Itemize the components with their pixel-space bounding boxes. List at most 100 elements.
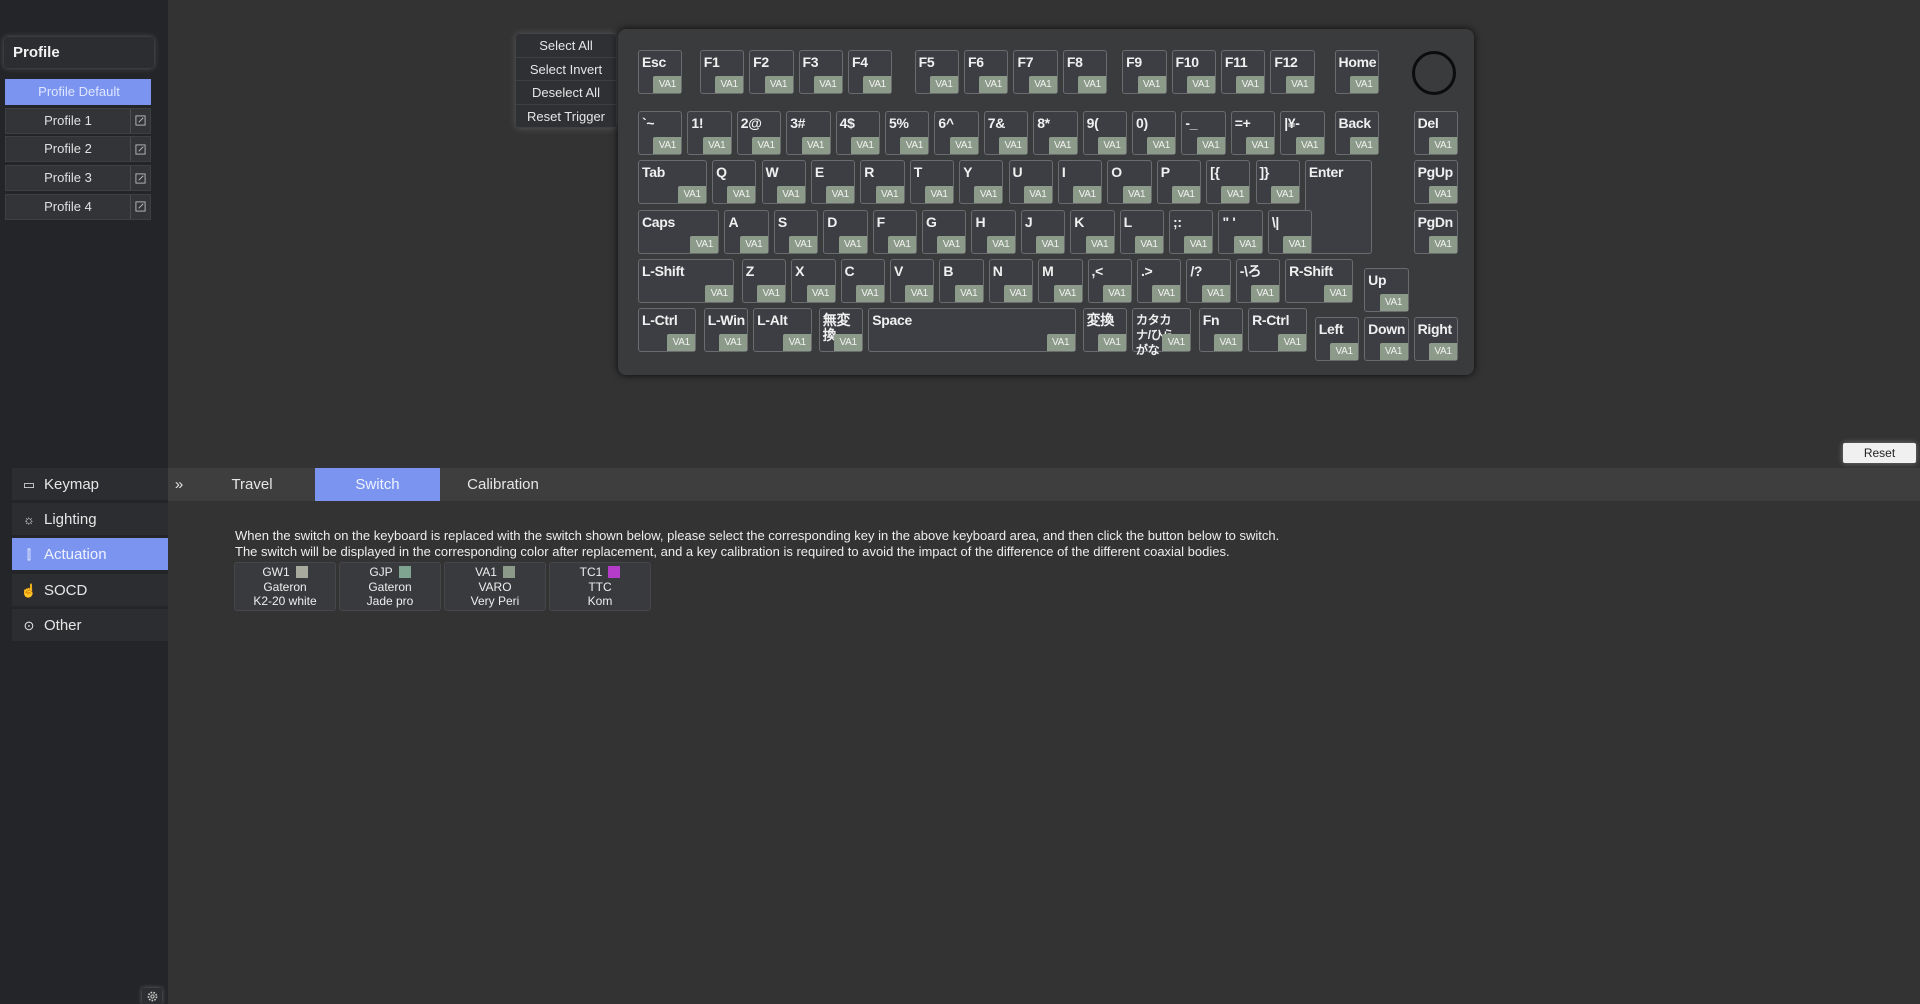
key-L-Win[interactable]: L-Win VA1	[703, 308, 749, 353]
menu-item-reset-trigger[interactable]: Reset Trigger	[516, 105, 616, 128]
key-H[interactable]: H VA1	[971, 210, 1016, 255]
key-F12[interactable]: F12 VA1	[1270, 50, 1315, 95]
key-PgDn[interactable]: PgDn VA1	[1413, 210, 1458, 255]
key-Del[interactable]: Del VA1	[1413, 111, 1458, 156]
key-8*[interactable]: 8* VA1	[1033, 111, 1078, 156]
key-K[interactable]: K VA1	[1070, 210, 1115, 255]
key-T[interactable]: T VA1	[909, 160, 955, 205]
reset-button[interactable]: Reset	[1843, 443, 1916, 463]
tab-calibration[interactable]: Calibration	[453, 468, 553, 501]
key-9([interactable]: 9(VA1	[1082, 111, 1127, 156]
profile-item[interactable]: Profile Default	[5, 79, 151, 105]
key-D[interactable]: D VA1	[823, 210, 868, 255]
key-B[interactable]: B VA1	[939, 259, 984, 304]
key-;:[interactable]: ;: VA1	[1169, 210, 1214, 255]
key-]}[interactable]: ]} VA1	[1255, 160, 1300, 205]
key-Esc[interactable]: Esc VA1	[638, 50, 683, 95]
key-O[interactable]: O VA1	[1107, 160, 1152, 205]
key-F11[interactable]: F11 VA1	[1220, 50, 1266, 95]
nav-item-socd[interactable]: ☝ SOCD	[12, 573, 168, 608]
key-5%[interactable]: 5% VA1	[885, 111, 930, 156]
key-F7[interactable]: F7 VA1	[1013, 50, 1058, 95]
key-Up[interactable]: Up VA1	[1364, 267, 1409, 313]
key--_[interactable]: -_ VA1	[1181, 111, 1226, 156]
tab-travel[interactable]: Travel	[208, 468, 296, 501]
key-J[interactable]: J VA1	[1020, 210, 1066, 255]
key-L-Ctrl[interactable]: L-Ctrl VA1	[638, 308, 697, 353]
key-" '[interactable]: " ' VA1	[1218, 210, 1263, 255]
nav-item-keymap[interactable]: ▭ Keymap	[12, 468, 168, 502]
key-Z[interactable]: Z VA1	[741, 259, 787, 304]
key-Down[interactable]: Down VA1	[1364, 316, 1409, 362]
key-=+[interactable]: =+ VA1	[1230, 111, 1276, 156]
key-Space[interactable]: Space VA1	[868, 308, 1076, 353]
key-Back[interactable]: Back VA1	[1334, 111, 1379, 156]
menu-item-deselect-all[interactable]: Deselect All	[516, 81, 616, 105]
profile-item[interactable]: Profile 4	[5, 193, 151, 220]
key-2@[interactable]: 2@ VA1	[736, 111, 782, 156]
key-U[interactable]: U VA1	[1008, 160, 1053, 205]
tab-switch[interactable]: Switch	[315, 468, 440, 501]
key-Enter[interactable]: Enter	[1304, 160, 1372, 254]
switch-card-tc1[interactable]: TC1 TTC Kom	[549, 562, 651, 611]
key-R-Ctrl[interactable]: R-Ctrl VA1	[1248, 308, 1308, 353]
key-F9[interactable]: F9 VA1	[1122, 50, 1167, 95]
key-1![interactable]: 1! VA1	[687, 111, 732, 156]
profile-item[interactable]: Profile 1	[5, 107, 151, 134]
profile-item[interactable]: Profile 2	[5, 136, 151, 163]
key-カタカナ/ひらがな[interactable]: カタカナ/ひらがな VA1	[1132, 308, 1192, 357]
key-R[interactable]: R VA1	[860, 160, 905, 205]
key-6^[interactable]: 6^ VA1	[934, 111, 979, 156]
key-|¥-[interactable]: |¥- VA1	[1280, 111, 1325, 156]
key-F10[interactable]: F10 VA1	[1171, 50, 1216, 95]
switch-card-va1[interactable]: VA1 VARO Very Peri	[444, 562, 546, 611]
key-\|[interactable]: \| VA1	[1267, 210, 1313, 255]
key-PgUp[interactable]: PgUp VA1	[1413, 160, 1458, 205]
edit-profile-button[interactable]	[130, 194, 150, 219]
key-3#[interactable]: 3# VA1	[786, 111, 831, 156]
switch-card-gw1[interactable]: GW1 Gateron K2-20 white	[234, 562, 336, 611]
key-/?[interactable]: /? VA1	[1186, 259, 1231, 304]
key-E[interactable]: E VA1	[810, 160, 856, 205]
edit-profile-button[interactable]	[130, 166, 150, 191]
key-,<[interactable]: ,< VA1	[1087, 259, 1132, 304]
nav-item-lighting[interactable]: ☼ Lighting	[12, 503, 168, 538]
edit-profile-button[interactable]	[130, 108, 150, 133]
key-.>[interactable]: .> VA1	[1136, 259, 1182, 304]
key-C[interactable]: C VA1	[840, 259, 885, 304]
key-[{[interactable]: [{VA1	[1206, 160, 1251, 205]
key-F8[interactable]: F8 VA1	[1062, 50, 1108, 95]
key-G[interactable]: G VA1	[922, 210, 967, 255]
key-L-Shift[interactable]: L-Shift VA1	[638, 259, 735, 304]
key-Y[interactable]: Y VA1	[959, 160, 1004, 205]
key-I[interactable]: I VA1	[1057, 160, 1103, 205]
menu-item-select-all[interactable]: Select All	[516, 34, 616, 58]
key-変換[interactable]: 変換 VA1	[1082, 308, 1127, 353]
key-X[interactable]: X VA1	[791, 259, 836, 304]
key-`~[interactable]: `~ VA1	[638, 111, 683, 156]
key-F6[interactable]: F6 VA1	[964, 50, 1009, 95]
key-Left[interactable]: Left VA1	[1314, 316, 1360, 362]
key-V[interactable]: V VA1	[889, 259, 935, 304]
profile-item[interactable]: Profile 3	[5, 165, 151, 192]
key-F4[interactable]: F4 VA1	[847, 50, 893, 95]
key-7&[interactable]: 7& VA1	[983, 111, 1029, 156]
key-M[interactable]: M VA1	[1038, 259, 1083, 304]
key-Q[interactable]: Q VA1	[712, 160, 757, 205]
key-F3[interactable]: F3 VA1	[798, 50, 843, 95]
menu-item-select-invert[interactable]: Select Invert	[516, 58, 616, 81]
rotary-knob[interactable]	[1412, 51, 1456, 95]
key-R-Shift[interactable]: R-Shift VA1	[1285, 259, 1354, 304]
key-P[interactable]: P VA1	[1156, 160, 1202, 205]
key-Caps[interactable]: Caps VA1	[638, 210, 720, 255]
key-F5[interactable]: F5 VA1	[914, 50, 960, 95]
key-無変換[interactable]: 無変換 VA1	[818, 308, 864, 353]
key-N[interactable]: N VA1	[988, 259, 1034, 304]
key-Tab[interactable]: Tab VA1	[638, 160, 708, 205]
collapse-button[interactable]: »	[168, 468, 190, 501]
key-F[interactable]: F VA1	[872, 210, 918, 255]
settings-button[interactable]	[142, 988, 162, 1004]
key-Home[interactable]: Home VA1	[1334, 50, 1379, 95]
key-4$[interactable]: 4$ VA1	[835, 111, 880, 156]
key-0)[interactable]: 0) VA1	[1132, 111, 1177, 156]
